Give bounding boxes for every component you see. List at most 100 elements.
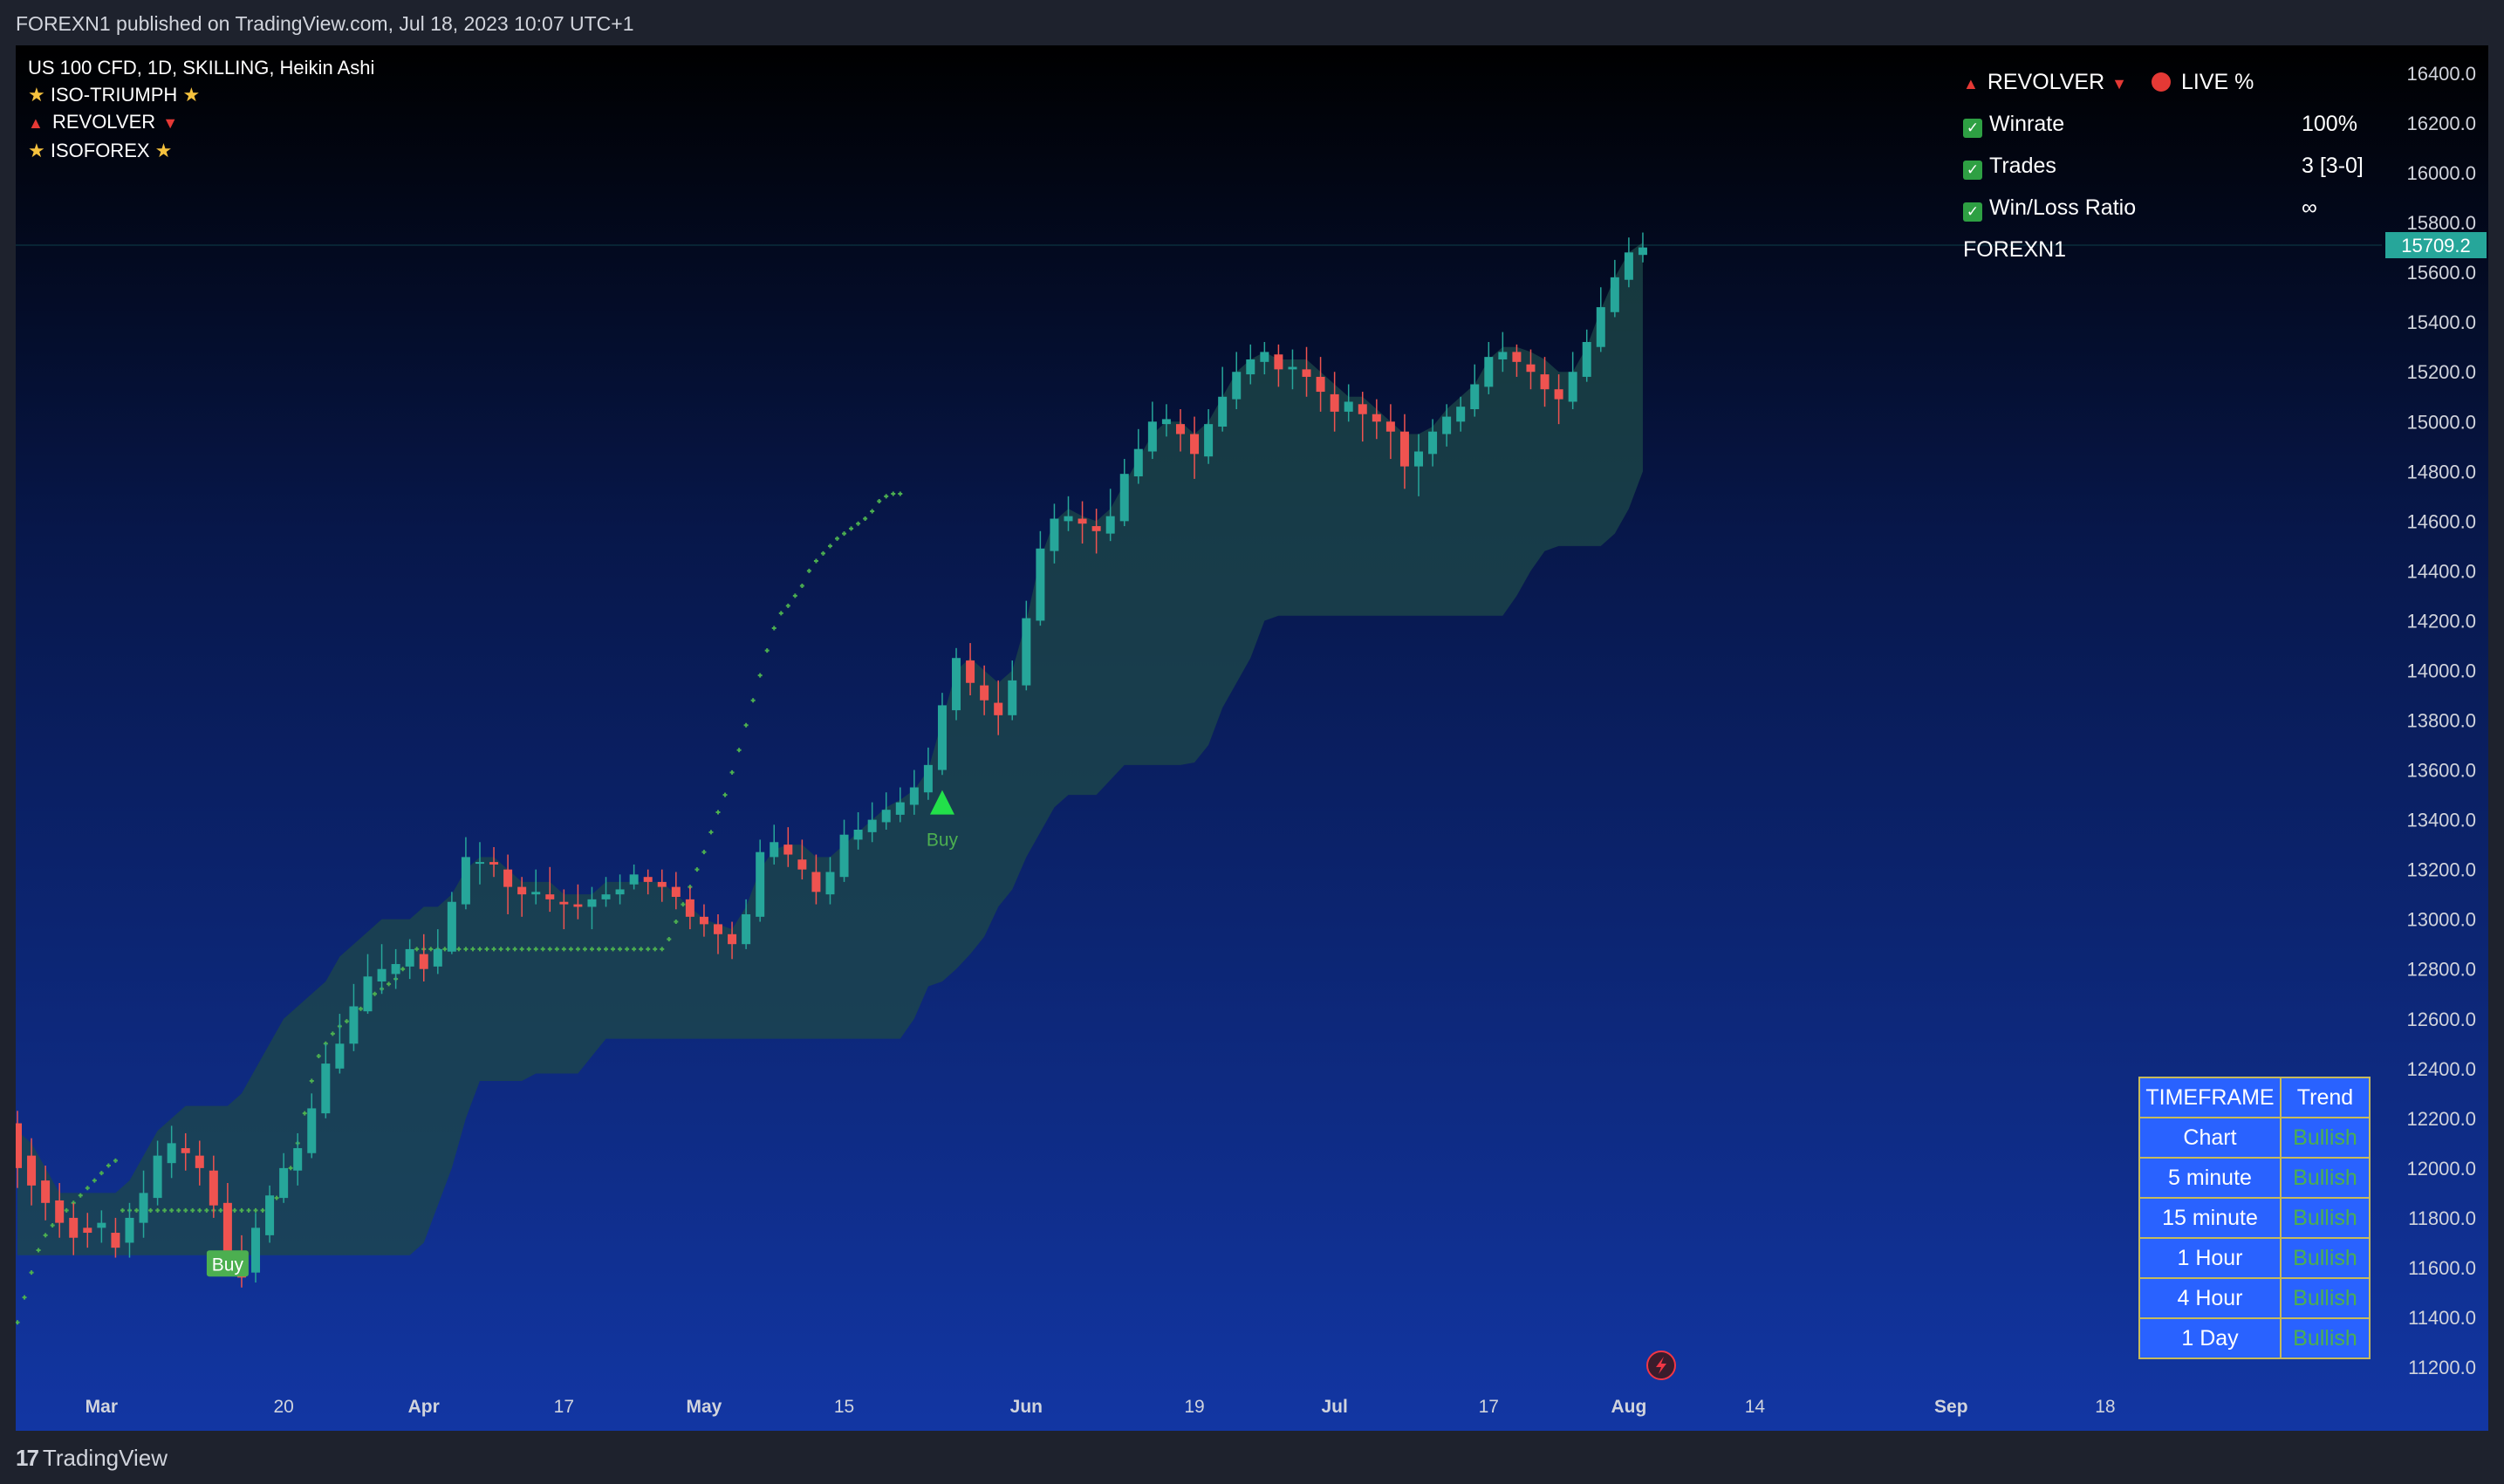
candle-body [629, 874, 639, 885]
table-cell-timeframe: 1 Day [2138, 1317, 2282, 1359]
candle-body [756, 851, 765, 917]
candle-body [1554, 389, 1563, 400]
x-tick-label: 17 [1479, 1397, 1499, 1417]
candle-body [349, 1006, 359, 1044]
red-triangle-up-icon: ▲ [1963, 75, 1979, 92]
candle-body [923, 764, 933, 793]
candle-body [1610, 277, 1619, 312]
table-row: 5 minute Bullish [2138, 1157, 2371, 1199]
candle-body [1638, 247, 1647, 256]
candle-body [770, 842, 779, 858]
table-header-row: TIMEFRAME Trend [2138, 1077, 2371, 1118]
candle-body [41, 1180, 51, 1203]
x-tick-label: 19 [1184, 1397, 1204, 1417]
y-tick-label: 13000.0 [2406, 909, 2476, 931]
legend-indicator-revolver[interactable]: ▲ REVOLVER ▼ [28, 108, 374, 137]
candle-body [1288, 366, 1297, 370]
candle-body [1596, 307, 1605, 347]
buy-signal-label: Buy [212, 1255, 244, 1275]
red-triangle-down-icon: ▼ [162, 114, 179, 132]
y-tick-label: 12800.0 [2406, 959, 2476, 981]
candle-body [1385, 421, 1395, 432]
candle-body [1175, 424, 1185, 434]
tradingview-logo-icon: 17 [16, 1445, 39, 1471]
candle-body [531, 892, 541, 895]
candle-body [1624, 252, 1633, 280]
tradingview-logo[interactable]: 17 TradingView [16, 1445, 168, 1472]
table-cell-trend: Bullish [2280, 1117, 2371, 1159]
candle-body [797, 859, 807, 870]
candle-body [293, 1148, 303, 1171]
candle-body [1358, 404, 1367, 414]
candle-body [167, 1143, 176, 1164]
candle-body [1036, 548, 1045, 621]
candle-body [671, 886, 681, 898]
y-tick-label: 15400.0 [2406, 311, 2476, 333]
y-tick-label: 14000.0 [2406, 660, 2476, 681]
y-tick-label: 16400.0 [2406, 63, 2476, 85]
candle-body [503, 869, 513, 887]
legend-indicator-label: REVOLVER [51, 111, 156, 133]
candle-body [27, 1155, 37, 1186]
y-tick-label: 11200.0 [2408, 1357, 2476, 1378]
candle-body [139, 1193, 148, 1223]
legend-indicator-label: ISOFOREX [50, 140, 150, 161]
red-triangle-up-icon: ▲ [28, 114, 44, 132]
candle-body [1484, 357, 1494, 387]
candle-body [839, 834, 849, 878]
candle-body [489, 862, 499, 865]
candle-body [1316, 376, 1325, 393]
candle-body [909, 787, 919, 805]
candle-body [153, 1155, 162, 1199]
candle-body [16, 1123, 22, 1168]
stats-row-label: Win/Loss Ratio [1989, 195, 2137, 220]
y-tick-label: 15200.0 [2406, 361, 2476, 383]
candle-body [853, 830, 863, 840]
candle-body [475, 862, 484, 865]
candle-body [1232, 372, 1242, 400]
table-row: 1 Day Bullish [2138, 1317, 2371, 1359]
star-icon: ★ [154, 140, 173, 161]
candle-body [867, 819, 877, 832]
candle-body [419, 954, 428, 969]
stats-row-label-wrap: ✓ Trades [1963, 154, 2056, 180]
candle-body [601, 894, 611, 899]
y-tick-label: 12200.0 [2406, 1108, 2476, 1130]
chart-legend: US 100 CFD, 1D, SKILLING, Heikin Ashi ★ … [28, 54, 374, 164]
candle-body [559, 901, 569, 905]
candle-body [1442, 416, 1452, 434]
candle-body [1091, 526, 1101, 531]
table-cell-trend: Bullish [2280, 1157, 2371, 1199]
x-tick-label: 15 [834, 1397, 854, 1417]
candle-body [895, 802, 905, 815]
legend-indicator-iso-triumph[interactable]: ★ ISO-TRIUMPH ★ [28, 81, 374, 108]
candle-body [55, 1200, 65, 1223]
candle-body [699, 916, 708, 925]
candle-body [1540, 374, 1550, 390]
candle-body [1133, 448, 1143, 477]
candle-body [825, 872, 835, 895]
table-cell-timeframe: 5 minute [2138, 1157, 2282, 1199]
legend-indicator-isoforex[interactable]: ★ ISOFOREX ★ [28, 137, 374, 164]
candle-body [195, 1155, 204, 1168]
chart-frame[interactable]: Buy Buy 16400.0 16200.0 16000.0 15800.0 15600… [16, 45, 2488, 1431]
table-cell-timeframe: Chart [2138, 1117, 2282, 1159]
stats-author: FOREXN1 [1963, 237, 2067, 262]
x-tick-label: Mar [86, 1397, 118, 1417]
candle-body [728, 933, 737, 945]
y-tick-label: 16000.0 [2406, 162, 2476, 184]
candle-body [587, 899, 597, 907]
candle-body [377, 968, 387, 981]
candle-body [1456, 407, 1466, 422]
stats-row-label: Winrate [1989, 112, 2065, 136]
y-tick-label: 11800.0 [2408, 1207, 2476, 1229]
candle-body [69, 1217, 79, 1238]
x-tick-label: 18 [2095, 1397, 2115, 1417]
y-tick-label: 16200.0 [2406, 113, 2476, 134]
stats-live-label: LIVE % [2180, 70, 2254, 94]
stats-row-value: 3 [3-0] [2302, 154, 2364, 178]
legend-symbol[interactable]: US 100 CFD, 1D, SKILLING, Heikin Ashi [28, 54, 374, 81]
candle-body [1050, 518, 1059, 551]
candle-body [1428, 431, 1438, 455]
candle-body [433, 948, 442, 967]
